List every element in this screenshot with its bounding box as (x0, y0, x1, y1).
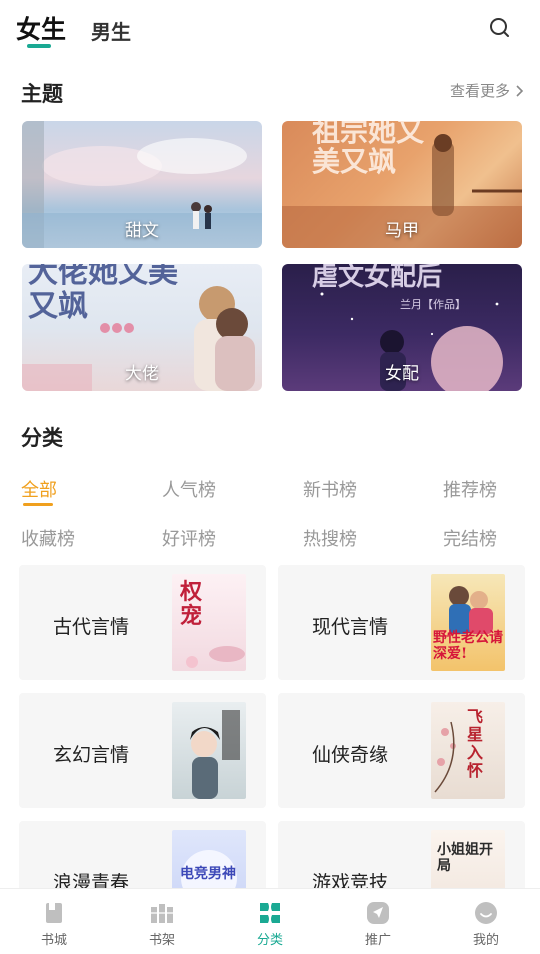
see-more-link[interactable]: 查看更多 (450, 80, 524, 101)
book-icon (46, 903, 62, 923)
genre-name: 玄幻言情 (53, 744, 130, 766)
theme-deco-author: 兰月【作品】 (400, 298, 466, 311)
genre-name: 古代言情 (53, 616, 130, 638)
tab-female[interactable]: 女生 (16, 10, 66, 46)
tab-recommend[interactable]: 推荐榜 (443, 476, 497, 502)
tab-female-indicator (27, 44, 51, 48)
theme-card-sweet[interactable]: 甜文 (22, 121, 262, 248)
genre-card-ancient-romance[interactable]: 古代言情 权宠 (19, 565, 266, 680)
nav-label: 书城 (40, 933, 67, 948)
search-icon (490, 18, 509, 37)
tab-rating[interactable]: 好评榜 (162, 525, 216, 551)
nav-label: 我的 (472, 933, 499, 948)
theme-deco-text: 祖宗她又美又飒 (312, 121, 425, 178)
tab-new[interactable]: 新书榜 (303, 476, 357, 502)
see-more-label: 查看更多 (449, 82, 510, 100)
theme-deco-text: 大佬她又美又飒 (28, 264, 178, 324)
tab-all-indicator (23, 503, 53, 506)
tab-hot-search[interactable]: 热搜榜 (303, 525, 357, 551)
cover-title: 野性老公请深爱! (433, 630, 503, 662)
theme-card-vest[interactable]: 祖宗她又美又飒 马甲 (282, 121, 522, 248)
nav-bookshelf[interactable]: 书架 (108, 889, 216, 954)
theme-card-boss[interactable]: 大佬她又美又飒 大佬 (22, 264, 262, 391)
nav-profile[interactable]: 我的 (432, 889, 540, 954)
theme-deco-text: 虐文女配后 (312, 264, 443, 292)
bookshelf-icon (151, 904, 173, 923)
genre-cover (172, 702, 246, 799)
genre-card-modern-romance[interactable]: 现代言情 野性老公请深爱! (278, 565, 525, 680)
genre-card-fantasy-romance[interactable]: 玄幻言情 (19, 693, 266, 808)
genre-name: 仙侠奇缘 (312, 744, 389, 766)
theme-card-supporting[interactable]: 虐文女配后 兰月【作品】 女配 (282, 264, 522, 391)
theme-label: 甜文 (125, 221, 159, 241)
top-bar: 女生 男生 (0, 0, 540, 60)
theme-label: 马甲 (385, 221, 419, 241)
cover-title: 电竞男神 (180, 866, 236, 882)
theme-label: 大佬 (125, 364, 159, 384)
genre-cover: 野性老公请深爱! (431, 574, 505, 671)
genre-cover: 权宠 (172, 574, 246, 671)
search-button[interactable] (486, 14, 514, 42)
cover-title: 小姐姐开局 (437, 842, 493, 874)
nav-label: 推广 (364, 933, 391, 948)
genre-card-xianxia[interactable]: 仙侠奇缘 飞星入怀 (278, 693, 525, 808)
tab-male[interactable]: 男生 (91, 16, 131, 45)
chevron-right-icon (516, 84, 524, 97)
tab-favorite[interactable]: 收藏榜 (21, 525, 75, 551)
nav-promote[interactable]: 推广 (324, 889, 432, 954)
bottom-nav: 书城 书架 分类 推广 我的 (0, 888, 540, 954)
genre-name: 现代言情 (312, 616, 389, 638)
tab-all[interactable]: 全部 (21, 476, 57, 502)
categories-title: 分类 (21, 426, 63, 450)
nav-category[interactable]: 分类 (216, 889, 324, 954)
nav-label: 分类 (256, 933, 283, 948)
promote-icon (367, 902, 389, 924)
theme-label: 女配 (385, 364, 419, 384)
nav-bookstore[interactable]: 书城 (0, 889, 108, 954)
genre-cover: 飞星入怀 (431, 702, 505, 799)
tab-popular[interactable]: 人气榜 (162, 476, 216, 502)
nav-label: 书架 (148, 933, 175, 948)
themes-title: 主题 (21, 82, 63, 106)
cover-title: 飞星入怀 (467, 707, 484, 780)
profile-icon (475, 902, 497, 924)
category-icon (260, 903, 280, 923)
tab-finished[interactable]: 完结榜 (443, 525, 497, 551)
